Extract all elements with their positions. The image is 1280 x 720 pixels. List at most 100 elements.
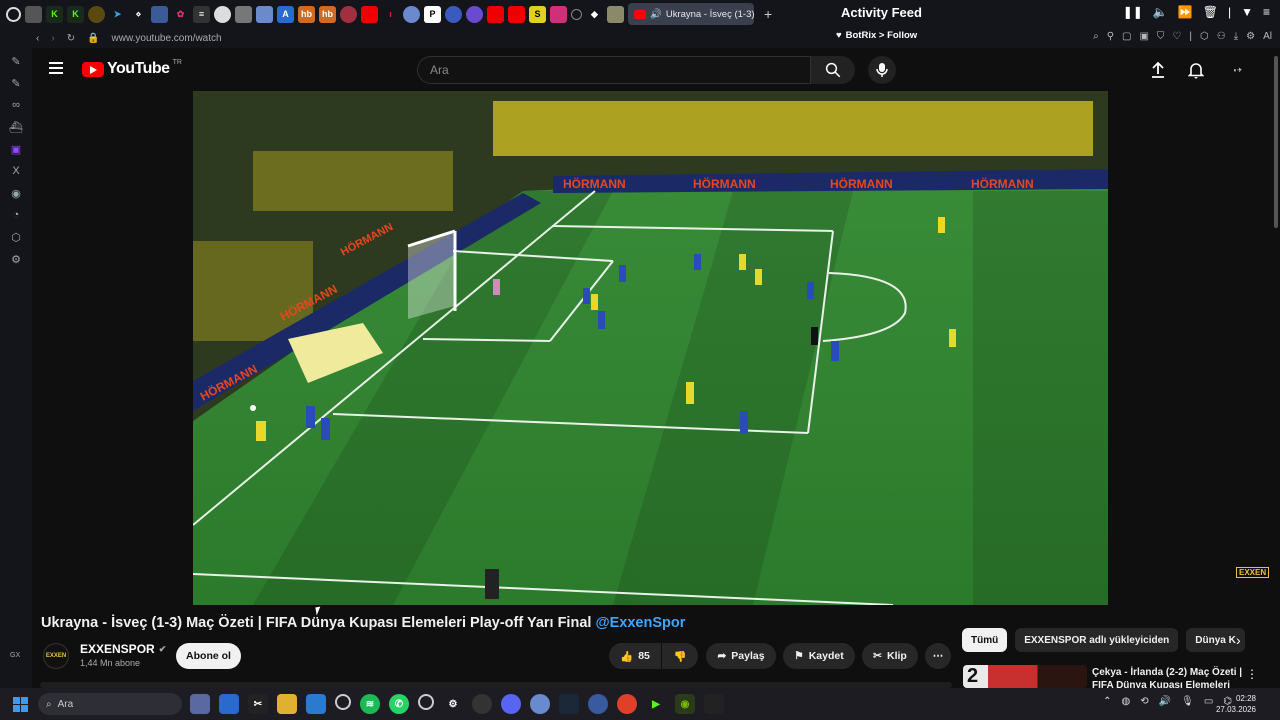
search-button[interactable] bbox=[811, 56, 855, 84]
tray-chevron-icon[interactable]: ⌃ bbox=[1103, 696, 1111, 707]
tab-icon-code[interactable]: ⋄ bbox=[130, 6, 147, 23]
hamburger-menu-icon[interactable] bbox=[49, 62, 63, 74]
zoom-icon[interactable]: ⌕ bbox=[1093, 31, 1099, 42]
tab-icon-bar[interactable]: ı bbox=[382, 6, 399, 23]
taskbar-globe-icon[interactable] bbox=[530, 694, 550, 714]
more-actions-button[interactable]: ⋯ bbox=[925, 643, 951, 669]
tab-icon-instagram[interactable] bbox=[550, 5, 567, 23]
chip-all[interactable]: Tümü bbox=[962, 628, 1008, 652]
taskbar-capcut-icon[interactable]: ✂ bbox=[248, 694, 268, 714]
tab-icon-db[interactable]: ≡ bbox=[193, 5, 210, 23]
tab-icon-kick-2[interactable]: K bbox=[67, 5, 84, 23]
speaker-icon[interactable]: 🔊 bbox=[650, 9, 662, 20]
channel-tag-link[interactable]: @ExxenSpor bbox=[595, 615, 685, 631]
tab-icon-kick-1[interactable]: K bbox=[46, 5, 63, 23]
puzzle-icon[interactable]: ⬡ bbox=[1200, 31, 1209, 42]
youtube-logo[interactable]: YouTube TR bbox=[82, 59, 182, 78]
tab-icon-telegram[interactable]: ➤ bbox=[109, 6, 126, 23]
tab-icon-doc[interactable] bbox=[235, 5, 252, 23]
tab-icon-pen[interactable] bbox=[151, 5, 168, 23]
scrollbar-thumb[interactable] bbox=[1274, 56, 1278, 228]
tray-display-icon[interactable]: ▭ bbox=[1204, 696, 1213, 707]
tab-icon-youtube-3[interactable] bbox=[508, 5, 525, 23]
recommended-title[interactable]: Çekya - İrlanda (2-2) Maç Özeti | FIFA D… bbox=[1092, 666, 1257, 688]
tab-icon-chat[interactable] bbox=[256, 5, 273, 23]
pause-icon[interactable]: ❚❚ bbox=[1123, 5, 1143, 19]
shield-ext-icon[interactable]: ⛉ bbox=[1157, 31, 1165, 42]
tab-icon-hb-1[interactable]: hb bbox=[298, 5, 315, 23]
taskbar-clock[interactable]: 02:28 27.03.2026 bbox=[1216, 693, 1256, 715]
chips-next-icon[interactable]: › bbox=[1236, 632, 1241, 648]
recommended-thumbnail[interactable]: 2 bbox=[963, 665, 1087, 688]
taskbar-nvidia-icon[interactable]: ◉ bbox=[675, 694, 695, 714]
reload-icon[interactable]: ↻ bbox=[67, 33, 75, 44]
windows-start-icon[interactable] bbox=[13, 697, 28, 712]
tab-icon-youtube-2[interactable] bbox=[487, 5, 504, 23]
extension-label[interactable]: Al bbox=[1263, 31, 1272, 42]
save-button[interactable]: ⚑ Kaydet bbox=[783, 643, 855, 669]
taskbar-app-icon[interactable] bbox=[418, 694, 434, 710]
tab-icon-loading[interactable] bbox=[571, 8, 582, 20]
taskbar-explorer-icon[interactable] bbox=[277, 694, 297, 714]
recommended-video[interactable]: 2 Çekya - İrlanda (2-2) Maç Özeti | FIFA… bbox=[963, 665, 1263, 688]
taskbar-kick-icon[interactable]: ▶ bbox=[646, 694, 666, 714]
url-text[interactable]: www.youtube.com/watch bbox=[112, 33, 222, 44]
tab-icon-c[interactable] bbox=[466, 5, 483, 23]
taskbar-files-icon[interactable] bbox=[190, 694, 210, 714]
tray-mic-icon[interactable]: 🎙 bbox=[1181, 696, 1194, 707]
like-button[interactable]: 👍 85 bbox=[609, 643, 661, 669]
taskbar-terminal-icon[interactable] bbox=[704, 694, 724, 714]
tab-icon-s[interactable]: S bbox=[529, 5, 546, 23]
sidebar-x-icon[interactable]: X bbox=[9, 164, 23, 178]
sidebar-workspace-icon[interactable]: ⛴ bbox=[9, 120, 23, 134]
taskbar-widgets-icon[interactable] bbox=[219, 694, 239, 714]
tab-icon-youtube-1[interactable] bbox=[361, 5, 378, 23]
recommended-more-icon[interactable]: ⋮ bbox=[1246, 667, 1258, 681]
tray-app-icon[interactable]: ◍ bbox=[1122, 696, 1131, 707]
clip-button[interactable]: ✂ Klip bbox=[862, 643, 918, 669]
sidebar-pin2-icon[interactable]: ✎ bbox=[9, 76, 23, 90]
sidebar-twitch-icon[interactable]: ▣ bbox=[9, 142, 23, 156]
dislike-button[interactable]: 👎 bbox=[662, 643, 698, 669]
channel-name[interactable]: EXXENSPOR bbox=[80, 642, 155, 656]
taskbar-mail-icon[interactable] bbox=[306, 694, 326, 714]
taskbar-spotify-icon[interactable]: ≋ bbox=[360, 694, 380, 714]
account-avatar[interactable]: ◐✈ bbox=[1226, 60, 1250, 80]
tab-icon-hb-2[interactable]: hb bbox=[319, 5, 336, 23]
sidebar-extensions-icon[interactable]: ⬡ bbox=[9, 230, 23, 244]
chip-uploader[interactable]: EXXENSPOR adlı yükleyiciden bbox=[1015, 628, 1179, 652]
subscribe-button[interactable]: Abone ol bbox=[176, 643, 241, 669]
bookmark-icon[interactable]: ⚲ bbox=[1107, 31, 1114, 42]
taskbar-search[interactable]: ⌕ Ara bbox=[38, 693, 182, 715]
new-tab-button[interactable]: + bbox=[764, 6, 772, 22]
opera-menu-icon[interactable] bbox=[6, 6, 21, 22]
page-scrollbar[interactable] bbox=[1272, 48, 1280, 688]
tray-volume-icon[interactable]: 🔊 bbox=[1159, 696, 1171, 707]
share-button[interactable]: ➦ Paylaş bbox=[706, 643, 776, 669]
tab-icon-dot[interactable] bbox=[340, 5, 357, 23]
taskbar-settings-icon[interactable]: ⚙ bbox=[443, 694, 463, 714]
sidebar-player-icon[interactable]: ◉ bbox=[9, 186, 23, 200]
extension-icon[interactable]: ⚙ bbox=[1246, 31, 1255, 42]
sidebar-glasses-icon[interactable]: ∞ bbox=[9, 98, 23, 112]
heart-ext-icon[interactable]: ♡ bbox=[1172, 31, 1181, 42]
channel-avatar[interactable]: EXXEN bbox=[43, 643, 69, 669]
filter-icon[interactable]: ▼ bbox=[1241, 5, 1253, 19]
save-page-icon[interactable]: ▣ bbox=[1139, 31, 1148, 42]
tray-sync-icon[interactable]: ⟲ bbox=[1140, 696, 1148, 707]
tab-icon-chrome[interactable] bbox=[214, 5, 231, 23]
taskbar-whatsapp-icon[interactable]: ✆ bbox=[389, 694, 409, 714]
sidebar-pin-icon[interactable]: ✎ bbox=[9, 54, 23, 68]
tab-icon-globe[interactable] bbox=[403, 5, 420, 23]
taskbar-discord-icon[interactable] bbox=[501, 694, 521, 714]
tab-icon-flower[interactable]: ✿ bbox=[172, 6, 189, 23]
sidebar-settings-icon[interactable]: ⚙ bbox=[9, 252, 23, 266]
taskbar-steam-icon[interactable] bbox=[559, 694, 579, 714]
forward-icon[interactable]: › bbox=[51, 33, 54, 44]
snapshot-icon[interactable]: ▢ bbox=[1122, 31, 1131, 42]
tab-icon-shield[interactable] bbox=[445, 5, 462, 23]
taskbar-opera-icon[interactable] bbox=[335, 694, 351, 710]
tab-icon-circle[interactable] bbox=[88, 5, 105, 23]
tab-icon-diamond[interactable]: ◆ bbox=[586, 6, 603, 23]
trash-icon[interactable]: 🗑 bbox=[1203, 5, 1218, 19]
